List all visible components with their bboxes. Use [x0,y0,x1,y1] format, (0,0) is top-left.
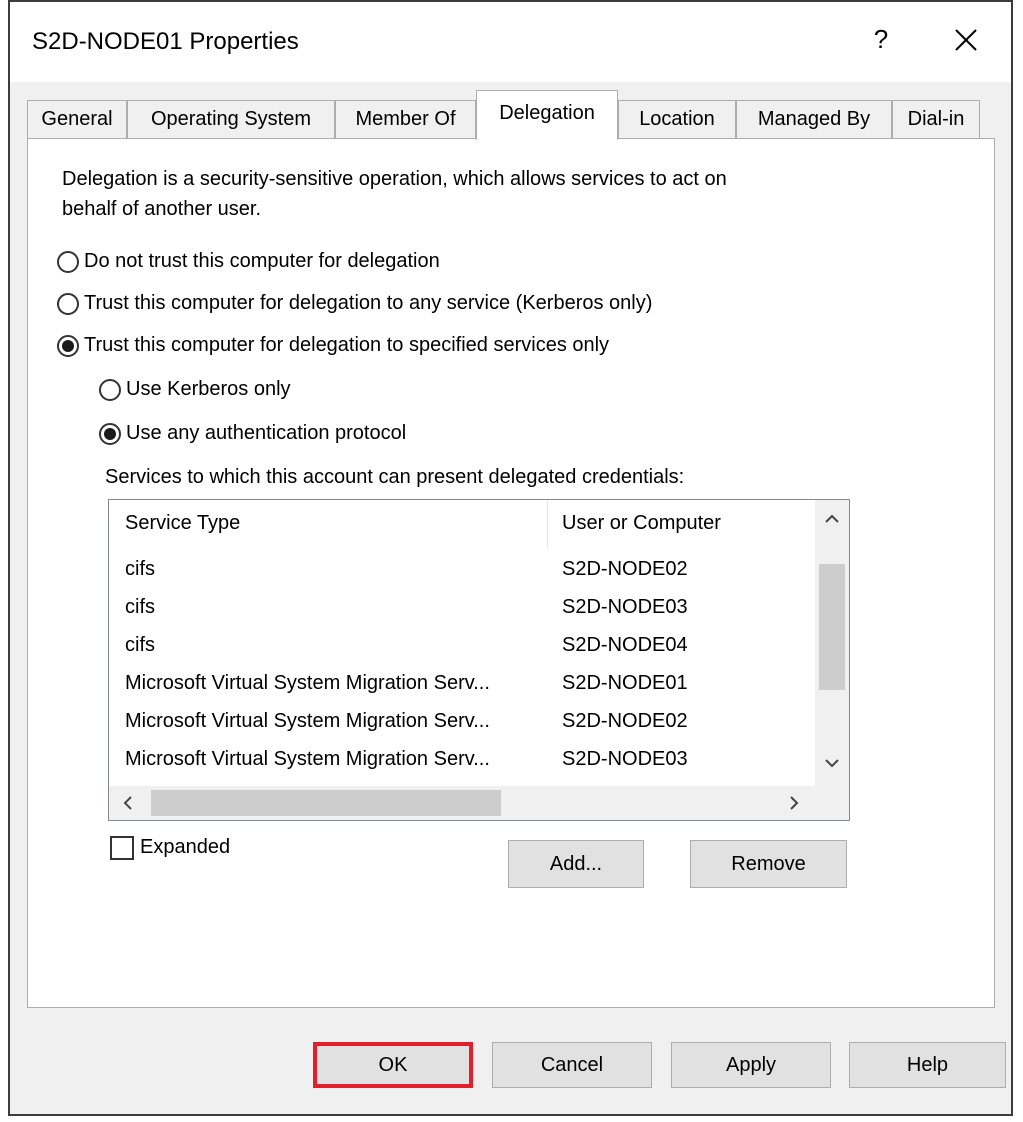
tab-operating-system[interactable]: Operating System [127,100,335,138]
services-list[interactable]: Service Type User or Computer cifs S2D-N… [108,499,850,821]
expanded-checkbox[interactable] [110,836,134,860]
radio-any-service[interactable] [57,293,79,315]
help-icon[interactable]: ? [866,24,896,55]
table-row[interactable]: Microsoft Virtual System Migration Serv.… [109,702,815,740]
expanded-label: Expanded [140,836,231,858]
user-or-computer-cell: S2D-NODE03 [562,596,688,618]
apply-button[interactable]: Apply [671,1042,831,1088]
radio-any-protocol[interactable] [99,423,121,445]
scroll-down-arrow-icon[interactable] [825,758,839,768]
close-icon[interactable] [946,20,986,60]
radio-kerberos-only-label: Use Kerberos only [126,378,291,400]
table-row[interactable]: cifs S2D-NODE02 [109,550,815,588]
user-or-computer-cell: S2D-NODE04 [562,634,688,656]
delegation-panel: Delegation is a security-sensitive opera… [27,138,995,1008]
table-row[interactable]: cifs S2D-NODE04 [109,626,815,664]
scroll-up-arrow-icon[interactable] [825,514,839,524]
tab-managed-by[interactable]: Managed By [736,100,892,138]
column-separator[interactable] [547,500,548,548]
list-header: Service Type User or Computer [109,500,815,550]
radio-kerberos-only[interactable] [99,379,121,401]
user-or-computer-cell: S2D-NODE03 [562,748,688,770]
description-line-1: Delegation is a security-sensitive opera… [62,168,727,190]
window-title: S2D-NODE01 Properties [32,28,299,55]
vertical-scroll-thumb[interactable] [819,564,845,690]
horizontal-scroll-thumb[interactable] [151,790,501,816]
add-button[interactable]: Add... [508,840,644,888]
ok-button[interactable]: OK [313,1042,473,1088]
service-type-cell: cifs [125,596,155,618]
remove-button[interactable]: Remove [690,840,847,888]
service-type-cell: cifs [125,634,155,656]
help-button[interactable]: Help [849,1042,1006,1088]
tab-member-of[interactable]: Member Of [335,100,476,138]
table-row[interactable]: Microsoft Virtual System Migration Serv.… [109,740,815,778]
title-bar: S2D-NODE01 Properties ? [10,2,1011,82]
user-or-computer-cell: S2D-NODE01 [562,672,688,694]
column-user-or-computer[interactable]: User or Computer [562,512,721,535]
cancel-button[interactable]: Cancel [492,1042,652,1088]
column-service-type[interactable]: Service Type [125,512,240,535]
radio-no-delegation-label: Do not trust this computer for delegatio… [84,250,440,272]
scroll-left-arrow-icon[interactable] [123,796,133,810]
scroll-right-arrow-icon[interactable] [789,796,799,810]
user-or-computer-cell: S2D-NODE02 [562,558,688,580]
tab-delegation[interactable]: Delegation [476,90,618,140]
service-type-cell: Microsoft Virtual System Migration Serv.… [125,710,490,732]
horizontal-scrollbar[interactable] [109,786,815,820]
table-row[interactable]: cifs S2D-NODE03 [109,588,815,626]
radio-any-service-label: Trust this computer for delegation to an… [84,292,653,314]
vertical-scrollbar[interactable] [815,500,849,786]
radio-selected-dot [104,428,116,440]
services-label: Services to which this account can prese… [105,466,685,488]
tab-location[interactable]: Location [618,100,736,138]
service-type-cell: Microsoft Virtual System Migration Serv.… [125,748,490,770]
table-row[interactable]: Microsoft Virtual System Migration Serv.… [109,664,815,702]
properties-dialog: S2D-NODE01 Properties ? General Operatin… [8,0,1013,1116]
service-type-cell: Microsoft Virtual System Migration Serv.… [125,672,490,694]
description-line-2: behalf of another user. [62,198,262,220]
radio-any-protocol-label: Use any authentication protocol [126,422,407,444]
radio-specified-services[interactable] [57,335,79,357]
radio-no-delegation[interactable] [57,251,79,273]
user-or-computer-cell: S2D-NODE02 [562,710,688,732]
radio-specified-services-label: Trust this computer for delegation to sp… [84,334,610,356]
tab-general[interactable]: General [27,100,127,138]
scrollbar-corner [815,786,849,820]
radio-selected-dot [62,340,74,352]
service-type-cell: cifs [125,558,155,580]
tab-dial-in[interactable]: Dial-in [892,100,980,138]
